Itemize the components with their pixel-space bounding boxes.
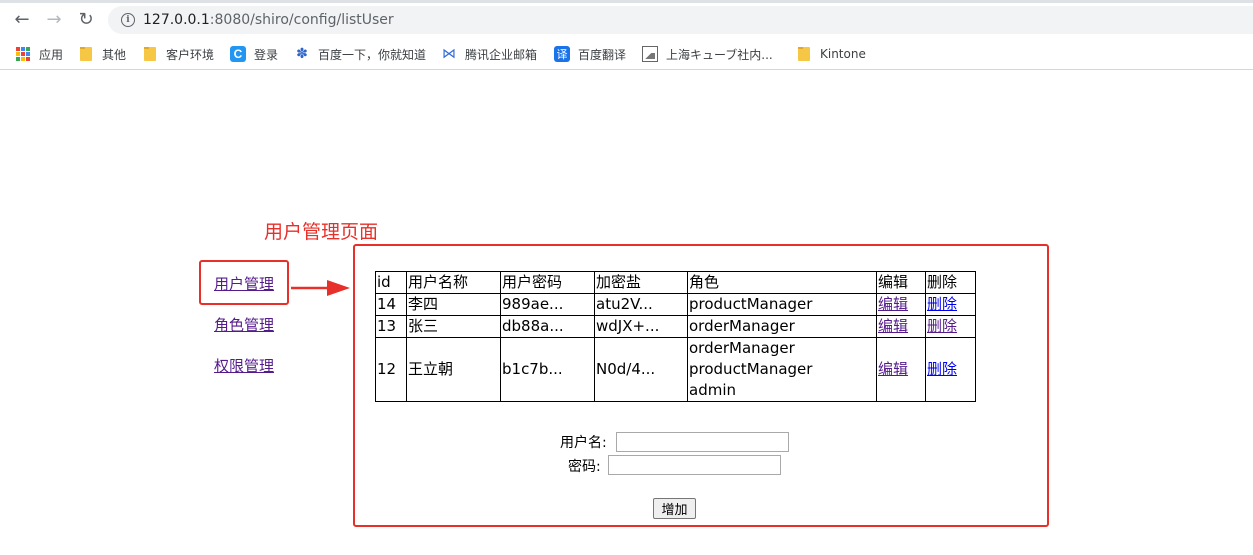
user-salt: atu2V...: [594, 293, 688, 316]
baidu-translate-icon: 译: [554, 46, 570, 62]
bookmark-label: Kintone: [820, 47, 866, 61]
bookmark-customer-env[interactable]: 客户环境: [142, 45, 214, 63]
annotation-arrow-icon: [291, 280, 350, 296]
bookmark-label: 百度一下，你就知道: [318, 47, 427, 62]
folder-icon: [796, 46, 812, 62]
role-item: productManager: [689, 360, 813, 378]
username-input[interactable]: [616, 432, 789, 452]
address-bar[interactable]: i 127.0.0.1:8080/shiro/config/listUser: [108, 6, 1253, 34]
image-icon: [642, 46, 658, 62]
bookmarks-bar: 应用 其他 客户环境 C 登录 ✽ 百度一下，你就知道 ⋈ 腾讯企业邮箱 译 百…: [0, 37, 1253, 70]
bookmark-label: 应用: [39, 47, 64, 62]
role-item: productManager: [689, 295, 813, 313]
add-user-button[interactable]: 增加: [653, 498, 696, 519]
folder-icon: [142, 46, 158, 62]
apps-grid-icon: [15, 46, 31, 62]
baidu-paw-icon: ✽: [296, 46, 308, 62]
bookmark-label: 腾讯企业邮箱: [465, 47, 538, 62]
edit-link[interactable]: 编辑: [878, 295, 908, 313]
bookmark-apps[interactable]: 应用: [15, 45, 63, 63]
role-item: orderManager: [689, 317, 795, 335]
column-header-edit: 编辑: [876, 271, 926, 294]
column-header-salt: 加密盐: [594, 271, 688, 294]
user-password: db88a...: [500, 315, 595, 338]
delete-link[interactable]: 删除: [927, 295, 957, 313]
table-row: 13 张三 db88a... wdJX+... orderManager 编辑 …: [375, 315, 976, 338]
table-row: 14 李四 989ae... atu2V... productManager 编…: [375, 293, 976, 316]
user-roles: productManager: [687, 293, 877, 316]
delete-link[interactable]: 删除: [927, 360, 957, 378]
address-url[interactable]: 127.0.0.1:8080/shiro/config/listUser: [143, 12, 394, 28]
user-name: 张三: [406, 315, 501, 338]
user-name: 王立朝: [406, 337, 501, 402]
bookmark-label: 客户环境: [166, 47, 215, 62]
user-roles: orderManager: [687, 315, 877, 338]
nav-link-permission-management[interactable]: 权限管理: [214, 355, 274, 376]
table-row: 12 王立朝 b1c7b... N0d/4... orderManager pr…: [375, 337, 976, 402]
column-header-id: id: [375, 271, 407, 294]
user-password: b1c7b...: [500, 337, 595, 402]
bookmark-baidu-translate[interactable]: 译 百度翻译: [554, 45, 626, 63]
user-salt: N0d/4...: [594, 337, 688, 402]
user-table: id 用户名称 用户密码 加密盐 角色 编辑 删除 14 李四 989ae...…: [375, 271, 976, 402]
bookmark-label: 上海キューブ社内...: [666, 47, 773, 62]
bookmark-kintone[interactable]: Kintone: [796, 45, 866, 63]
bookmark-login[interactable]: C 登录: [230, 45, 278, 63]
column-header-password: 用户密码: [500, 271, 595, 294]
role-item: orderManager: [689, 339, 795, 357]
edit-link[interactable]: 编辑: [878, 317, 908, 335]
bookmark-label: 登录: [254, 47, 279, 62]
c-logo-icon: C: [230, 46, 246, 62]
password-input[interactable]: [608, 455, 781, 475]
url-host: 127.0.0.1: [143, 12, 210, 28]
browser-toolbar: ← → ↻ i 127.0.0.1:8080/shiro/config/list…: [0, 3, 1253, 37]
folder-icon: [78, 46, 94, 62]
user-password: 989ae...: [500, 293, 595, 316]
info-icon[interactable]: i: [121, 13, 135, 27]
bookmark-shanghai-cube[interactable]: 上海キューブ社内...: [642, 45, 773, 63]
annotation-title: 用户管理页面: [264, 221, 379, 243]
bookmark-baidu[interactable]: ✽ 百度一下，你就知道: [294, 45, 426, 63]
bookmark-other[interactable]: 其他: [78, 45, 126, 63]
url-path: :8080/shiro/config/listUser: [209, 12, 394, 28]
table-header-row: id 用户名称 用户密码 加密盐 角色 编辑 删除: [375, 271, 976, 294]
user-name: 李四: [406, 293, 501, 316]
tencent-mail-icon: ⋈: [442, 46, 456, 62]
username-label: 用户名:: [560, 435, 607, 451]
user-id: 14: [375, 293, 407, 316]
reload-icon[interactable]: ↻: [74, 9, 98, 31]
bookmark-label: 百度翻译: [578, 47, 627, 62]
user-roles: orderManager productManager admin: [687, 337, 877, 402]
edit-link[interactable]: 编辑: [878, 360, 908, 378]
column-header-role: 角色: [687, 271, 877, 294]
column-header-delete: 删除: [925, 271, 976, 294]
bookmark-tencent-mail[interactable]: ⋈ 腾讯企业邮箱: [441, 45, 537, 63]
nav-link-user-management[interactable]: 用户管理: [214, 273, 274, 294]
column-header-username: 用户名称: [406, 271, 501, 294]
user-id: 12: [375, 337, 407, 402]
password-label: 密码:: [568, 459, 601, 475]
back-arrow-icon[interactable]: ←: [10, 9, 34, 31]
forward-arrow-icon[interactable]: →: [42, 9, 66, 31]
delete-link[interactable]: 删除: [927, 317, 957, 335]
user-salt: wdJX+...: [594, 315, 688, 338]
bookmark-label: 其他: [102, 47, 127, 62]
role-item: admin: [689, 381, 736, 399]
user-id: 13: [375, 315, 407, 338]
nav-link-role-management[interactable]: 角色管理: [214, 314, 274, 335]
